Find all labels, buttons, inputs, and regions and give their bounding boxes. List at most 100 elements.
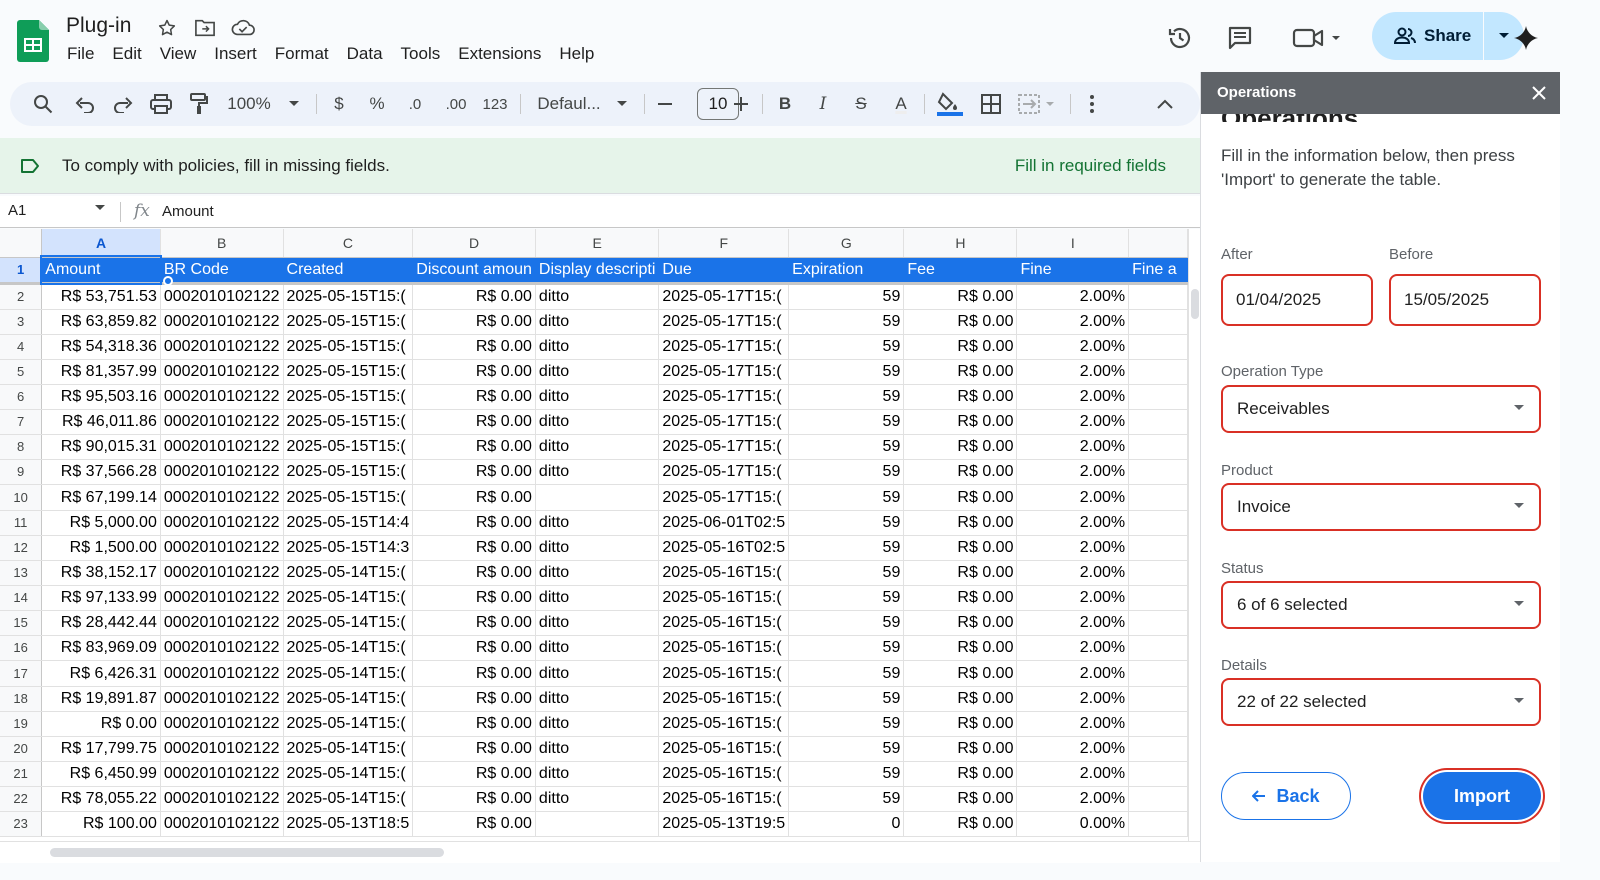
cell[interactable]: 59: [788, 560, 905, 587]
row-number[interactable]: 7: [0, 409, 43, 436]
cell[interactable]: R$ 0.00: [903, 409, 1018, 436]
undo-icon[interactable]: [72, 82, 98, 126]
row-number[interactable]: 17: [0, 660, 43, 687]
cell[interactable]: 2025-05-16T15:(: [658, 786, 790, 813]
cell[interactable]: 2025-05-15T15:(: [283, 359, 414, 385]
cell[interactable]: 0002010102122: [160, 384, 284, 411]
decrease-decimal-button[interactable]: .0: [402, 82, 428, 126]
cell[interactable]: R$ 53,751.53: [41, 283, 161, 310]
cell[interactable]: R$ 0.00: [412, 510, 536, 536]
cell[interactable]: [1128, 283, 1188, 310]
menu-extensions[interactable]: Extensions: [449, 44, 550, 68]
cell[interactable]: 0002010102122: [160, 359, 284, 385]
cell[interactable]: ditto: [535, 736, 660, 763]
cell[interactable]: R$ 0.00: [903, 334, 1018, 360]
cell[interactable]: ditto: [535, 434, 660, 461]
share-main-button[interactable]: Share: [1372, 12, 1484, 60]
font-caret-icon[interactable]: [614, 82, 630, 126]
cell[interactable]: 59: [788, 786, 905, 813]
cell[interactable]: [1128, 384, 1188, 411]
cell[interactable]: [1128, 560, 1188, 587]
cell[interactable]: 0.00%: [1016, 811, 1130, 838]
cell[interactable]: 0002010102122: [160, 334, 284, 360]
cell[interactable]: R$ 0.00: [412, 434, 536, 461]
menu-help[interactable]: Help: [550, 44, 603, 68]
menu-view[interactable]: View: [151, 44, 206, 68]
cell[interactable]: R$ 6,426.31: [41, 660, 161, 687]
cell[interactable]: R$ 0.00: [903, 635, 1018, 662]
formula-input[interactable]: Amount: [162, 203, 214, 220]
cell[interactable]: R$ 0.00: [412, 359, 536, 385]
cell[interactable]: R$ 5,000.00: [41, 510, 161, 536]
print-icon[interactable]: [148, 82, 174, 126]
header-cell[interactable]: Created: [283, 257, 414, 284]
row-number[interactable]: 4: [0, 334, 43, 360]
back-button[interactable]: Back: [1221, 772, 1351, 820]
cell[interactable]: 2.00%: [1016, 786, 1130, 813]
column-header[interactable]: H: [903, 229, 1018, 258]
cell[interactable]: 2.00%: [1016, 334, 1130, 360]
column-header[interactable]: E: [535, 229, 660, 258]
column-header[interactable]: A: [41, 229, 161, 258]
column-header[interactable]: B: [160, 229, 284, 258]
cell[interactable]: 2025-06-01T02:5: [658, 510, 790, 536]
cell[interactable]: R$ 38,152.17: [41, 560, 161, 587]
cell[interactable]: 2025-05-16T15:(: [658, 610, 790, 637]
cell[interactable]: 2.00%: [1016, 459, 1130, 486]
cell[interactable]: [1128, 686, 1188, 712]
menu-insert[interactable]: Insert: [205, 44, 266, 68]
cell[interactable]: 2025-05-16T15:(: [658, 585, 790, 612]
header-cell[interactable]: Amount: [39, 255, 163, 285]
cell[interactable]: R$ 67,199.14: [41, 484, 161, 511]
cell[interactable]: 0002010102122: [160, 409, 284, 436]
cell[interactable]: 2025-05-13T18:5: [283, 811, 414, 838]
cell[interactable]: 59: [788, 434, 905, 461]
search-menus-icon[interactable]: [30, 82, 56, 126]
cell[interactable]: 59: [788, 334, 905, 360]
cell[interactable]: 2025-05-14T15:(: [283, 585, 414, 612]
cell[interactable]: 2.00%: [1016, 761, 1130, 788]
cell[interactable]: R$ 0.00: [412, 334, 536, 360]
menu-edit[interactable]: Edit: [103, 44, 150, 68]
cell[interactable]: 59: [788, 384, 905, 411]
cell[interactable]: R$ 81,357.99: [41, 359, 161, 385]
cell[interactable]: ditto: [535, 635, 660, 662]
cell[interactable]: 2025-05-16T02:5: [658, 535, 790, 561]
cell[interactable]: 2025-05-17T15:(: [658, 309, 790, 335]
history-icon[interactable]: [1162, 20, 1198, 56]
cell[interactable]: ditto: [535, 334, 660, 360]
sheets-logo-icon[interactable]: [17, 20, 49, 62]
strikethrough-button[interactable]: S: [850, 82, 872, 126]
cell[interactable]: 2.00%: [1016, 434, 1130, 461]
cell[interactable]: R$ 0.00: [903, 711, 1018, 737]
vertical-scrollbar[interactable]: [1188, 229, 1200, 841]
cell[interactable]: 59: [788, 535, 905, 561]
cell[interactable]: R$ 19,891.87: [41, 686, 161, 712]
cell[interactable]: 59: [788, 660, 905, 687]
close-icon[interactable]: [1527, 81, 1551, 105]
cell[interactable]: 2.00%: [1016, 585, 1130, 612]
cell[interactable]: ditto: [535, 610, 660, 637]
cell[interactable]: 0002010102122: [160, 660, 284, 687]
cell[interactable]: 2025-05-14T15:(: [283, 761, 414, 788]
selection-handle[interactable]: [163, 276, 173, 286]
cell[interactable]: 59: [788, 635, 905, 662]
cell[interactable]: 2.00%: [1016, 736, 1130, 763]
cell[interactable]: 2025-05-17T15:(: [658, 283, 790, 310]
cell[interactable]: 0002010102122: [160, 610, 284, 637]
cell[interactable]: 2.00%: [1016, 711, 1130, 737]
decrease-font-size-icon[interactable]: [655, 82, 675, 126]
cell[interactable]: 59: [788, 459, 905, 486]
name-box-caret-icon[interactable]: [94, 204, 106, 212]
row-number[interactable]: 16: [0, 635, 43, 662]
cell[interactable]: 0002010102122: [160, 309, 284, 335]
cell[interactable]: ditto: [535, 686, 660, 712]
cell[interactable]: 0002010102122: [160, 686, 284, 712]
cell[interactable]: [1128, 736, 1188, 763]
cell[interactable]: 2025-05-14T15:(: [283, 686, 414, 712]
cell[interactable]: R$ 0.00: [903, 309, 1018, 335]
header-cell[interactable]: Display descripti: [535, 257, 660, 284]
cell[interactable]: 2025-05-14T15:(: [283, 610, 414, 637]
cell[interactable]: ditto: [535, 384, 660, 411]
cell[interactable]: 2025-05-17T15:(: [658, 384, 790, 411]
